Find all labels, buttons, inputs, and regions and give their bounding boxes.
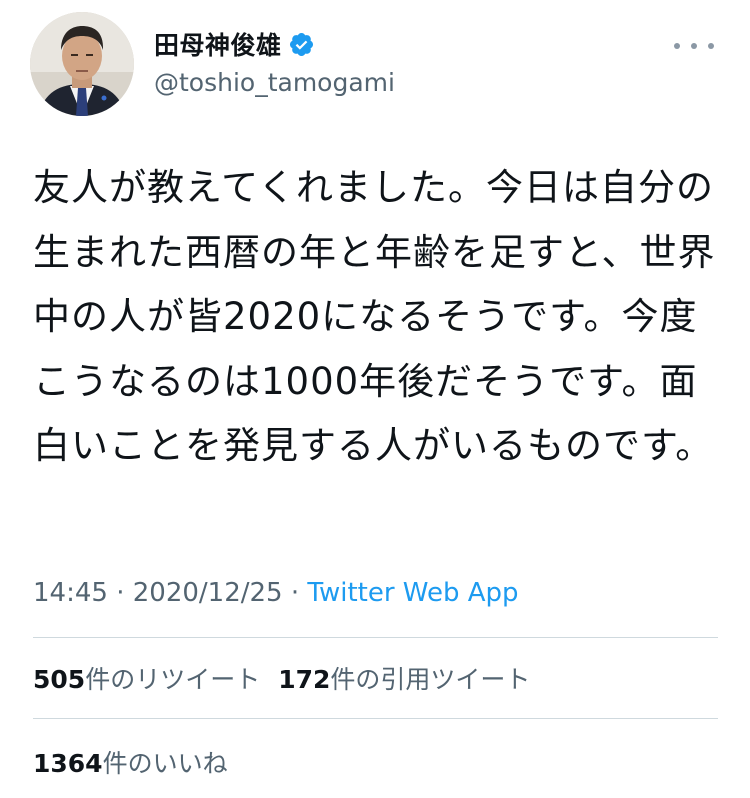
meta-separator: · — [116, 578, 133, 608]
name-row: 田母神俊雄 — [154, 26, 315, 62]
likes-stat[interactable]: 1364件のいいね — [33, 744, 228, 780]
meta-separator: · — [290, 578, 308, 608]
more-dot — [691, 43, 697, 49]
tweet-meta: 14:45 · 2020/12/25 · Twitter Web App — [33, 578, 519, 608]
user-handle[interactable]: @toshio_tamogami — [154, 68, 395, 97]
retweets-label: 件のリツイート — [85, 665, 261, 694]
tweet-source-link[interactable]: Twitter Web App — [307, 578, 518, 608]
retweets-count: 505 — [33, 665, 86, 694]
tweet-header: 田母神俊雄 @toshio_tamogami — [30, 12, 720, 116]
quotes-label: 件の引用ツイート — [330, 665, 531, 694]
divider — [33, 718, 718, 719]
more-dot — [708, 43, 714, 49]
tweet-time[interactable]: 14:45 — [33, 578, 108, 608]
likes-stats-row: 1364件のいいね — [33, 744, 246, 780]
tweet-text: 友人が教えてくれました。今日は自分の生まれた西暦の年と年齢を足すと、世界中の人が… — [33, 166, 716, 467]
avatar[interactable] — [30, 12, 134, 116]
likes-label: 件のいいね — [102, 749, 228, 778]
avatar-image — [30, 12, 134, 116]
more-dot — [674, 43, 680, 49]
retweets-stat[interactable]: 505件のリツイート — [33, 660, 260, 696]
likes-count: 1364 — [33, 749, 103, 778]
quotes-count: 172 — [278, 665, 331, 694]
tweet-date[interactable]: 2020/12/25 — [133, 578, 283, 608]
more-options-icon[interactable] — [674, 36, 714, 56]
verified-badge-icon — [288, 31, 315, 58]
display-name[interactable]: 田母神俊雄 — [154, 26, 282, 62]
divider — [33, 637, 718, 638]
quotes-stat[interactable]: 172件の引用ツイート — [278, 660, 530, 696]
engagement-stats-row: 505件のリツイート 172件の引用ツイート — [33, 660, 548, 696]
